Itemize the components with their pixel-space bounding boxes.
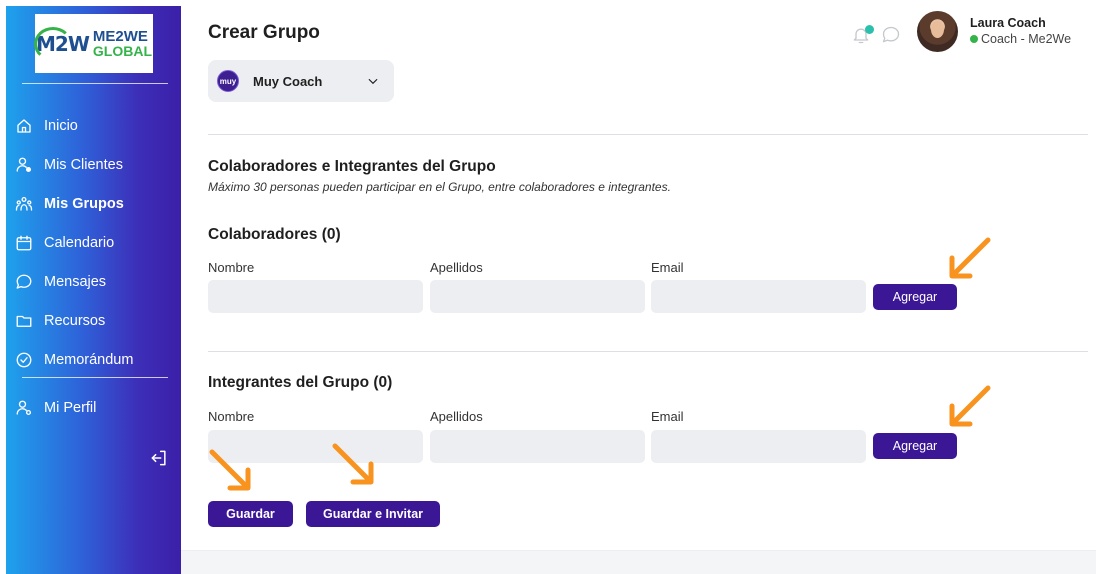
logo-mark: M2W xyxy=(34,26,90,61)
collaborator-first-name-field[interactable] xyxy=(208,280,423,313)
message-icon xyxy=(14,272,34,292)
footer-strip xyxy=(181,550,1096,574)
sidebar-divider xyxy=(22,377,168,378)
groups-icon xyxy=(14,194,34,214)
user-role: Coach - Me2We xyxy=(970,32,1071,46)
home-icon xyxy=(14,116,34,136)
chat-icon[interactable] xyxy=(881,25,903,47)
sidebar-item-mi-perfil[interactable]: Mi Perfil xyxy=(6,388,181,427)
sidebar-item-label: Recursos xyxy=(44,312,106,329)
online-status-dot xyxy=(970,35,978,43)
group-section-title: Colaboradores e Integrantes del Grupo xyxy=(208,158,496,175)
organization-selector[interactable]: muy Muy Coach xyxy=(208,60,394,102)
notification-dot xyxy=(865,25,874,34)
sidebar-nav: Inicio Mis Clientes Mis Grupos Calendari… xyxy=(6,106,181,379)
add-member-button[interactable]: Agregar xyxy=(873,433,957,459)
sidebar-item-memorandum[interactable]: Memorándum xyxy=(6,340,181,379)
member-first-name-label: Nombre xyxy=(208,409,255,424)
sidebar-item-mis-clientes[interactable]: Mis Clientes xyxy=(6,145,181,184)
clients-icon xyxy=(14,155,34,175)
collaborator-last-name-label: Apellidos xyxy=(430,260,483,275)
section-divider xyxy=(208,351,1088,352)
calendar-icon xyxy=(14,233,34,253)
member-email-field[interactable] xyxy=(651,430,866,463)
folder-icon xyxy=(14,311,34,331)
save-button[interactable]: Guardar xyxy=(208,501,293,527)
member-last-name-field[interactable] xyxy=(430,430,645,463)
logo-line1: ME2WE xyxy=(92,27,148,45)
member-email-label: Email xyxy=(651,409,684,424)
sidebar-item-label: Mi Perfil xyxy=(44,399,97,416)
group-section-subtitle: Máximo 30 personas pueden participar en … xyxy=(208,180,671,194)
sidebar-item-mis-grupos[interactable]: Mis Grupos xyxy=(6,184,181,223)
org-logo: muy xyxy=(217,70,239,92)
header-actions xyxy=(851,20,907,52)
chevron-down-icon xyxy=(366,74,380,88)
sidebar-item-label: Mis Grupos xyxy=(44,195,124,212)
collaborator-email-field[interactable] xyxy=(651,280,866,313)
sidebar-item-label: Calendario xyxy=(44,234,115,251)
collaborator-email-label: Email xyxy=(651,260,684,275)
annotation-arrow xyxy=(944,382,994,432)
sidebar-item-label: Inicio xyxy=(44,117,78,134)
sidebar-divider xyxy=(22,83,168,84)
avatar[interactable] xyxy=(917,11,958,52)
annotation-arrow xyxy=(944,234,994,284)
sidebar-item-calendario[interactable]: Calendario xyxy=(6,223,181,262)
section-divider xyxy=(208,134,1088,135)
sidebar-item-label: Mis Clientes xyxy=(44,156,123,173)
save-and-invite-button[interactable]: Guardar e Invitar xyxy=(306,501,440,527)
sidebar-item-label: Mensajes xyxy=(44,273,107,290)
annotation-arrow xyxy=(206,446,256,496)
annotation-arrow xyxy=(329,440,379,490)
collaborators-title: Colaboradores (0) xyxy=(208,226,341,243)
sidebar-item-label: Memorándum xyxy=(44,351,134,368)
main-content: Crear Grupo muy Muy Coach Laura Coach Co… xyxy=(181,6,1096,550)
member-last-name-label: Apellidos xyxy=(430,409,483,424)
collaborator-first-name-label: Nombre xyxy=(208,260,255,275)
check-circle-icon xyxy=(14,350,34,370)
page-title: Crear Grupo xyxy=(208,22,320,43)
org-name: Muy Coach xyxy=(253,73,323,89)
members-title: Integrantes del Grupo (0) xyxy=(208,374,393,391)
add-collaborator-button[interactable]: Agregar xyxy=(873,284,957,310)
sidebar-item-inicio[interactable]: Inicio xyxy=(6,106,181,145)
notification-bell-icon[interactable] xyxy=(851,25,874,47)
app-logo[interactable]: M2W ME2WE GLOBAL xyxy=(34,14,153,73)
collaborator-last-name-field[interactable] xyxy=(430,280,645,313)
sidebar: M2W ME2WE GLOBAL Inicio Mis Clientes Mis… xyxy=(6,6,181,574)
profile-icon xyxy=(14,398,34,418)
user-name: Laura Coach xyxy=(970,16,1046,30)
logout-icon[interactable] xyxy=(149,448,171,470)
sidebar-item-mensajes[interactable]: Mensajes xyxy=(6,262,181,301)
logo-line2: GLOBAL xyxy=(92,42,152,59)
sidebar-item-recursos[interactable]: Recursos xyxy=(6,301,181,340)
